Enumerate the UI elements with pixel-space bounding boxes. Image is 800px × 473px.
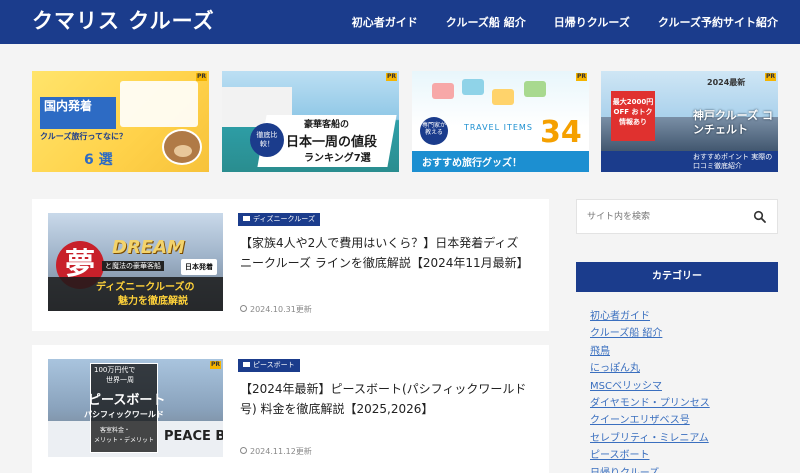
banner-line3: ランキング7選 [304, 153, 371, 164]
pickup-banner-kobe-concerto[interactable]: 最大2000円 OFF おトク情報あり 2024最新 神戸クルーズ コンチェルト… [601, 71, 778, 172]
nav-item-day-cruise[interactable]: 日帰りクルーズ [554, 14, 630, 30]
thumb-line-c: ピースボート [88, 393, 166, 408]
bear-mascot-icon [162, 129, 202, 165]
pickup-banner-japan-tour-price[interactable]: 徹底比較！ 豪華客船の 日本一周の値段 ランキング7選 PR [222, 71, 399, 172]
pickup-banner-domestic-cruise[interactable]: 国内発着 クルーズ旅行ってなに？ 6 選 PR [32, 71, 209, 172]
thumb-line2: 魅力を徹底解説 [118, 296, 188, 307]
banner-badge: 徹底比較！ [250, 123, 284, 157]
discount-tag: 最大2000円 OFF おトク情報あり [611, 91, 655, 141]
banner-year: 2024最新 [707, 78, 746, 87]
site-search [576, 199, 778, 234]
thumb-line-e: 客室料金・ [100, 427, 131, 434]
thumb-line-a: 100万円代で [94, 366, 136, 374]
banner-line1: 豪華客船の [304, 120, 350, 130]
article-thumbnail[interactable]: 100万円代で 世界一周 ピースボート パシフィックワールド 客室料金・ メリッ… [48, 359, 223, 457]
global-nav: 初心者ガイド クルーズ船 紹介 日帰りクルーズ クルーズ予約サイト紹介 [324, 0, 778, 44]
banner-caption: おすすめ旅行グッズ！ [422, 158, 522, 169]
thumb-logo-text: DREAM [112, 237, 185, 258]
category-link[interactable]: クルーズ船 紹介 [590, 325, 780, 342]
category-link[interactable]: 飛鳥 [590, 343, 780, 360]
site-logo[interactable]: クマリス クルーズ [32, 6, 215, 36]
nav-item-ship-intro[interactable]: クルーズ船 紹介 [446, 14, 526, 30]
thumb-line-f: メリット・デメリット [94, 437, 155, 444]
article-thumbnail[interactable]: 夢 DREAM と魔法の豪華客船 日本発着 ディズニークルーズの 魅力を徹底解説 [48, 213, 223, 311]
category-list: 初心者ガイド クルーズ船 紹介 飛鳥 にっぽん丸 MSCベリッシマ ダイヤモンド… [590, 308, 780, 473]
category-link[interactable]: セレブリティ・ミレニアム [590, 430, 780, 447]
article-date: 2024.11.12更新 [240, 446, 312, 457]
pickup-banner-travel-goods[interactable]: 専門家が教える TRAVEL ITEMS 34 おすすめ旅行グッズ！ PR [412, 71, 589, 172]
category-link[interactable]: MSCベリッシマ [590, 378, 780, 395]
camera-icon [432, 83, 454, 99]
nav-item-booking-sites[interactable]: クルーズ予約サイト紹介 [658, 14, 778, 30]
article-date-text: 2024.10.31更新 [250, 305, 312, 314]
article-card[interactable]: 夢 DREAM と魔法の豪華客船 日本発着 ディズニークルーズの 魅力を徹底解説… [32, 199, 549, 331]
folder-icon [243, 361, 250, 367]
category-link[interactable]: ピースボート [590, 447, 780, 464]
thumb-line-d: パシフィックワールド [84, 410, 164, 419]
pr-badge: PR [386, 73, 397, 81]
banner-subtitle: クルーズ旅行ってなに？ [40, 132, 127, 141]
suitcase-icon [492, 89, 514, 105]
note-card [120, 81, 198, 127]
clock-icon [240, 447, 247, 454]
category-label[interactable]: ディズニークルーズ [238, 213, 320, 226]
nav-item-beginner-guide[interactable]: 初心者ガイド [352, 14, 418, 30]
search-input[interactable] [577, 200, 747, 233]
banner-count: 34 [540, 115, 582, 150]
category-link[interactable]: クイーンエリザベス号 [590, 412, 780, 429]
category-label-text: ディズニークルーズ [253, 215, 315, 223]
thumb-origin-badge: 日本発着 [181, 259, 217, 275]
clock-icon [240, 305, 247, 312]
folder-icon [243, 215, 250, 221]
thumb-line1: ディズニークルーズの [96, 282, 195, 293]
category-label-text: ピースボート [253, 361, 295, 369]
article-date: 2024.10.31更新 [240, 304, 312, 315]
thumb-label: と魔法の豪華客船 [102, 261, 164, 271]
banner-caption: おすすめポイント 実際の口コミ徹底紹介 [693, 153, 773, 170]
category-link[interactable]: にっぽん丸 [590, 360, 780, 377]
site-header: クマリス クルーズ 初心者ガイド クルーズ船 紹介 日帰りクルーズ クルーズ予約… [0, 0, 800, 44]
pr-badge: PR [576, 73, 587, 81]
pr-badge: PR [210, 361, 221, 369]
search-icon[interactable] [753, 210, 767, 224]
pr-badge: PR [765, 73, 776, 81]
article-title[interactable]: 【2024年最新】ピースボート(パシフィックワールド号) 料金を徹底解説【202… [240, 379, 530, 419]
banner-line2: 日本一周の値段 [286, 135, 378, 150]
article-title[interactable]: 【家族4人や2人で費用はいくら？】日本発着ディズニークルーズ ラインを徹底解説【… [240, 233, 530, 273]
banner-count: 6 選 [84, 152, 113, 168]
banner-sub: TRAVEL ITEMS [464, 123, 533, 132]
article-date-text: 2024.11.12更新 [250, 447, 312, 456]
category-label[interactable]: ピースボート [238, 359, 300, 372]
category-heading: カテゴリー [576, 262, 778, 292]
banner-title: 国内発着 [40, 97, 116, 129]
hat-icon [462, 79, 484, 95]
category-link[interactable]: ダイヤモンド・プリンセス [590, 395, 780, 412]
thumb-line-b: 世界一周 [106, 376, 134, 384]
map-icon [524, 81, 546, 97]
pr-badge: PR [196, 73, 207, 81]
thumb-ship-name: PEACE B [164, 429, 223, 444]
category-link[interactable]: 初心者ガイド [590, 308, 780, 325]
banner-title: 神戸クルーズ コンチェルト [693, 109, 773, 136]
article-card[interactable]: 100万円代で 世界一周 ピースボート パシフィックワールド 客室料金・ メリッ… [32, 345, 549, 473]
banner-badge: 専門家が教える [420, 117, 448, 145]
category-link[interactable]: 日帰りクルーズ [590, 465, 780, 473]
